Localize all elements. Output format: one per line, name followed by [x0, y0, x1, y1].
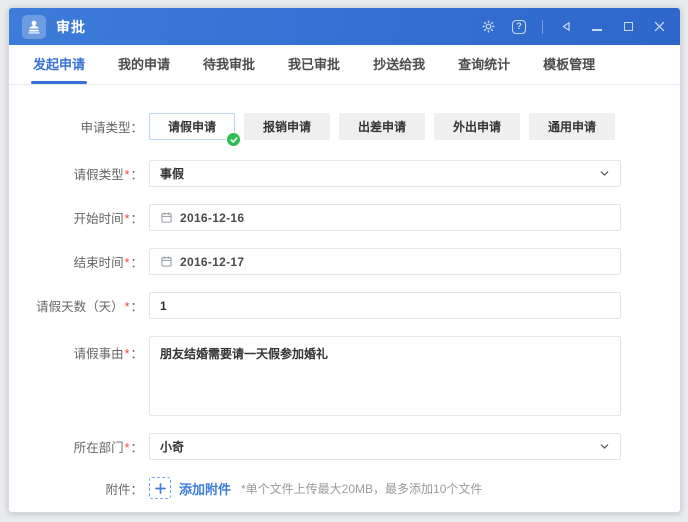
leave-days-label: 请假天数（天）*：	[36, 300, 143, 314]
tab-cc-to-me[interactable]: 抄送给我	[373, 45, 425, 84]
leave-days-row: 请假天数（天）*： 1	[9, 292, 680, 319]
tab-pending-approval[interactable]: 待我审批	[203, 45, 255, 84]
start-date-input[interactable]: 2016-12-16	[149, 204, 621, 231]
calendar-icon	[160, 255, 173, 268]
tab-approved-by-me[interactable]: 我已审批	[288, 45, 340, 84]
tab-bar: 发起申请 我的申请 待我审批 我已审批 抄送给我 查询统计 模板管理	[9, 45, 680, 85]
app-window: 审批 ? 发起申请 我的申请 待我审批 我已审批 抄送给我 查询统计 模板管理	[8, 7, 681, 513]
department-row: 所在部门*： 小奇	[9, 433, 680, 460]
leave-type-label: 请假类型*：	[73, 168, 143, 182]
request-type-row: 申请类型： 请假申请 报销申请 出差申请 外出申请 通用申请	[9, 113, 680, 147]
leave-reason-row: 请假事由*： 朋友结婚需要请一天假参加婚礼	[9, 336, 680, 416]
maximize-button[interactable]	[620, 19, 636, 35]
calendar-icon	[160, 211, 173, 224]
add-attachment-link[interactable]: 添加附件	[179, 479, 231, 498]
type-button-leave[interactable]: 请假申请	[149, 113, 241, 147]
titlebar-divider	[542, 19, 543, 34]
help-icon[interactable]: ?	[511, 19, 527, 35]
attachment-row: 附件： 添加附件 *单个文件上传最大20MB，最多添加10个文件	[9, 477, 680, 499]
request-form: 申请类型： 请假申请 报销申请 出差申请 外出申请 通用申请 请假类型*： 事假	[9, 85, 680, 499]
end-date-row: 结束时间*： 2016-12-17	[9, 248, 680, 275]
stamp-app-icon	[22, 14, 46, 39]
leave-reason-textarea[interactable]: 朋友结婚需要请一天假参加婚礼	[149, 336, 621, 416]
plus-icon	[154, 482, 166, 494]
chevron-down-icon	[599, 441, 610, 452]
attachment-note: *单个文件上传最大20MB，最多添加10个文件	[241, 481, 483, 496]
leave-reason-label: 请假事由*：	[73, 347, 143, 361]
type-button-expense[interactable]: 报销申请	[244, 113, 330, 140]
type-button-going-out[interactable]: 外出申请	[434, 113, 520, 140]
settings-gear-icon[interactable]	[480, 19, 496, 35]
add-attachment-button[interactable]	[149, 477, 171, 499]
attachment-label: 附件：	[105, 482, 143, 497]
type-button-general[interactable]: 通用申请	[529, 113, 615, 140]
leave-type-select[interactable]: 事假	[149, 160, 621, 187]
start-date-label: 开始时间*：	[73, 212, 143, 226]
department-select[interactable]: 小奇	[149, 433, 621, 460]
titlebar: 审批 ?	[9, 8, 680, 45]
app-title: 审批	[56, 18, 86, 35]
tab-my-requests[interactable]: 我的申请	[118, 45, 170, 84]
start-date-row: 开始时间*： 2016-12-16	[9, 204, 680, 231]
leave-type-row: 请假类型*： 事假	[9, 160, 680, 187]
minimize-button[interactable]	[589, 19, 605, 35]
request-type-label: 申请类型：	[80, 121, 143, 135]
close-button[interactable]	[651, 19, 667, 35]
tab-query-stats[interactable]: 查询统计	[458, 45, 510, 84]
selected-check-icon	[226, 132, 241, 147]
end-date-input[interactable]: 2016-12-17	[149, 248, 621, 275]
end-date-label: 结束时间*：	[73, 256, 143, 270]
tab-create-request[interactable]: 发起申请	[30, 45, 88, 84]
stamp-icon	[28, 20, 40, 34]
chevron-down-icon	[599, 168, 610, 179]
tab-template-manage[interactable]: 模板管理	[543, 45, 595, 84]
leave-days-input[interactable]: 1	[149, 292, 621, 319]
dock-left-arrow-icon[interactable]	[558, 19, 574, 35]
type-button-business-trip[interactable]: 出差申请	[339, 113, 425, 140]
department-label: 所在部门*：	[73, 441, 143, 455]
